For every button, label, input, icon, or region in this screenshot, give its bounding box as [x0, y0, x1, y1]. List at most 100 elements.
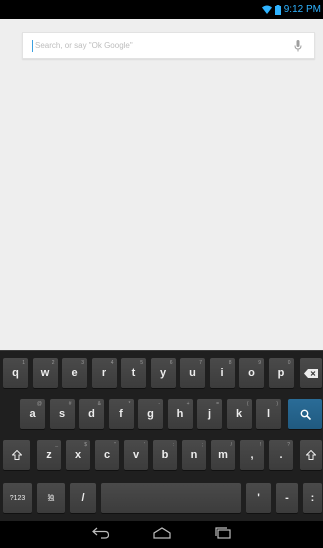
key-label: t — [131, 367, 136, 379]
key-row2-7[interactable]: k( — [226, 399, 252, 429]
key-row1-5[interactable]: y6 — [150, 358, 176, 388]
status-bar: 9:12 PM — [0, 0, 323, 19]
search-input[interactable] — [33, 33, 290, 58]
search-box[interactable] — [22, 32, 315, 59]
key-label: n — [190, 449, 198, 461]
key-label: e — [71, 367, 78, 379]
key-row1-6[interactable]: u7 — [180, 358, 205, 388]
key-row3-6[interactable]: m / — [211, 440, 235, 470]
backspace-icon — [304, 368, 318, 378]
navigation-bar — [0, 521, 323, 548]
key-alt-label: 1 — [22, 360, 25, 366]
home-button[interactable] — [147, 525, 177, 545]
key-label: h — [176, 408, 184, 420]
key-row2-1[interactable]: s # — [49, 399, 75, 429]
apostrophe-key[interactable]: ' — [246, 483, 271, 513]
recent-apps-button[interactable] — [208, 525, 238, 545]
settings-key[interactable]: 独 — [37, 483, 65, 513]
key-alt-label: ) — [276, 401, 278, 407]
key-label: x — [74, 449, 82, 461]
key-alt-label: ! — [259, 442, 261, 448]
key-alt-label: ' — [144, 442, 145, 448]
key-label: b — [161, 449, 169, 461]
microphone-icon[interactable] — [290, 38, 306, 54]
key-row1-8[interactable]: o9 — [239, 358, 264, 388]
key-row3-5[interactable]: n; — [182, 440, 206, 470]
key-label: k — [235, 408, 243, 420]
key-alt-label: = — [216, 401, 219, 407]
key-alt-label: * — [128, 401, 131, 407]
key-row1-2[interactable]: e3 — [62, 358, 87, 388]
wifi-icon — [261, 5, 272, 14]
search-icon — [300, 409, 311, 420]
key-label: c — [103, 449, 111, 461]
key-alt-label: 6 — [169, 360, 173, 366]
status-time: 9:12 PM — [283, 4, 321, 15]
key-row1-3[interactable]: r4 — [91, 358, 117, 388]
key-row2-8[interactable]: l) — [256, 399, 281, 429]
key-label: a — [29, 408, 36, 420]
key-alt-label: @ — [36, 401, 42, 407]
key-label: w — [40, 367, 50, 379]
key-label: r — [101, 367, 107, 379]
colon-key[interactable]: : — [303, 483, 322, 513]
key-alt-label: + — [186, 401, 190, 407]
key-row1-4[interactable]: t5 — [121, 358, 146, 388]
backspace-key[interactable] — [300, 358, 322, 388]
key-alt-label: 3 — [81, 360, 84, 366]
symbols-key[interactable]: ?123 — [3, 483, 32, 513]
key-alt-label: _ — [55, 442, 58, 448]
key-row2-3[interactable]: f * — [108, 399, 134, 429]
key-label: p — [277, 367, 285, 379]
key-alt-label: 8 — [228, 360, 232, 366]
key-label: y — [159, 367, 167, 379]
key-label: m — [218, 449, 228, 461]
key-alt-label: 5 — [140, 360, 143, 366]
key-label: f — [119, 408, 123, 420]
key-row3-8[interactable]: .? — [269, 440, 293, 470]
slash-key[interactable]: / — [70, 483, 96, 513]
space-bar[interactable] — [101, 483, 241, 513]
key-row2-5[interactable]: h + — [167, 399, 193, 429]
key-label: l — [266, 408, 271, 420]
shift-key-right[interactable] — [300, 440, 322, 470]
key-alt-label: & — [97, 401, 101, 407]
key-label: u — [189, 367, 196, 379]
key-label: , — [250, 449, 254, 461]
key-label: o — [248, 367, 255, 379]
key-alt-label: 0 — [287, 360, 291, 366]
key-row3-0[interactable]: z _ — [37, 440, 61, 470]
key-row1-9[interactable]: p0 — [268, 358, 294, 388]
search-key[interactable] — [288, 399, 322, 429]
key-row1-0[interactable]: q1 — [3, 358, 28, 388]
key-row1-7[interactable]: i8 — [209, 358, 235, 388]
key-row2-0[interactable]: a @ — [20, 399, 45, 429]
key-alt-label: 7 — [199, 360, 202, 366]
key-alt-label: ? — [287, 442, 290, 448]
key-alt-label: - — [158, 401, 160, 407]
key-row2-2[interactable]: d & — [79, 399, 104, 429]
battery-icon — [274, 4, 281, 15]
shift-icon — [11, 450, 22, 460]
key-row3-4[interactable]: b: — [153, 440, 177, 470]
key-row2-4[interactable]: g- — [138, 399, 163, 429]
key-row3-7[interactable]: ,! — [240, 440, 264, 470]
shift-key-left[interactable] — [3, 440, 30, 470]
back-button[interactable] — [86, 525, 116, 545]
key-row3-3[interactable]: v ' — [124, 440, 148, 470]
recent-apps-icon — [214, 526, 232, 544]
key-row3-2[interactable]: c " — [95, 440, 119, 470]
key-row3-1[interactable]: x $ — [66, 440, 90, 470]
key-alt-label: $ — [84, 442, 87, 448]
key-alt-label: ( — [246, 401, 249, 407]
key-row1-1[interactable]: w2 — [32, 358, 58, 388]
key-label: g — [147, 408, 154, 420]
key-alt-label: " — [114, 442, 116, 448]
key-label: s — [58, 408, 66, 420]
key-label: j — [207, 408, 212, 420]
dash-key[interactable]: - — [276, 483, 298, 513]
key-alt-label: # — [68, 401, 72, 407]
shift-icon — [306, 450, 316, 460]
key-row2-6[interactable]: j = — [197, 399, 222, 429]
home-content — [0, 19, 323, 350]
